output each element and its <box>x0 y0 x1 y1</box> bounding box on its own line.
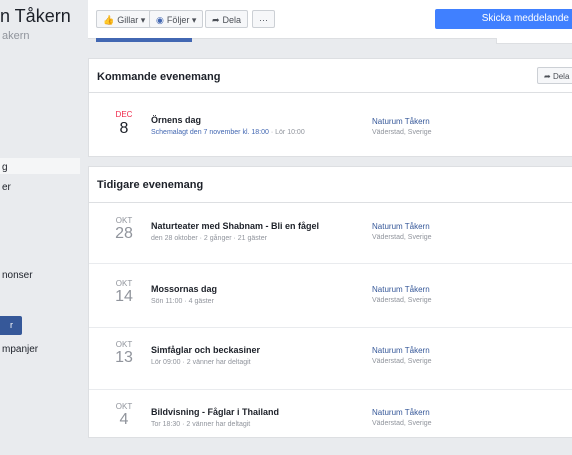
row-divider <box>89 263 572 264</box>
event-month: DEC <box>115 110 133 119</box>
event-title[interactable]: Mossornas dag <box>151 284 217 294</box>
event-time: · Lör 10:00 <box>268 129 305 136</box>
event-row[interactable]: OKT 4 Bildvisning - Fåglar i Thailand To… <box>89 399 572 455</box>
event-meta: Tor 18:30 · 2 vänner har deltagit <box>151 421 251 428</box>
event-host-link[interactable]: Naturum Tåkern <box>372 117 430 126</box>
event-title[interactable]: Naturteater med Shabnam - Bli en fågel <box>151 221 319 231</box>
event-row[interactable]: DEC 8 Örnens dag Schemalagt den 7 novemb… <box>89 105 572 161</box>
sidebar-item-ads[interactable]: nonser <box>2 270 33 281</box>
event-meta: Lör 09:00 · 2 vänner har deltagit <box>151 359 251 366</box>
rss-icon: ◉ <box>156 15 164 25</box>
sidebar-item-events[interactable]: g <box>2 162 8 173</box>
past-events-card: Tidigare evenemang OKT 28 Naturteater me… <box>88 166 572 438</box>
event-title[interactable]: Bildvisning - Fåglar i Thailand <box>151 407 279 417</box>
event-location: Väderstad, Sverige <box>372 358 432 365</box>
event-location: Väderstad, Sverige <box>372 420 432 427</box>
sidebar-active-highlight <box>0 158 80 174</box>
share-events-label: Dela <box>552 72 570 81</box>
event-meta: den 28 oktober · 2 gånger · 21 gäster <box>151 235 267 242</box>
page-action-bar: 👍 Gillar ▾ ◉ Följer ▾ ➦ Dela ··· Skicka med… <box>88 0 572 39</box>
event-title[interactable]: Örnens dag <box>151 115 201 125</box>
like-button[interactable]: 👍 Gillar ▾ <box>96 10 153 28</box>
sidebar-promote-button[interactable]: r <box>0 316 22 335</box>
send-message-button[interactable]: Skicka meddelande <box>435 9 572 29</box>
like-label: Gillar ▾ <box>117 15 146 25</box>
send-message-label: Skicka meddelande <box>481 13 569 24</box>
event-day: 4 <box>119 411 129 428</box>
event-day: 14 <box>115 288 133 305</box>
follow-label: Följer ▾ <box>166 15 197 25</box>
event-month: OKT <box>115 279 133 288</box>
event-schedule-link[interactable]: Schemalagt den 7 november kl. 18:00 <box>151 129 269 136</box>
event-location: Väderstad, Sverige <box>372 297 432 304</box>
event-row[interactable]: OKT 28 Naturteater med Shabnam - Bli en … <box>89 213 572 269</box>
event-row[interactable]: OKT 13 Simfåglar och beckasiner Lör 09:0… <box>89 337 572 393</box>
event-location: Väderstad, Sverige <box>372 129 432 136</box>
row-divider <box>89 389 572 390</box>
event-day: 13 <box>115 349 133 366</box>
event-host-link[interactable]: Naturum Tåkern <box>372 285 430 294</box>
share-page-label: Dela <box>222 15 242 25</box>
search-box-edge <box>496 38 572 44</box>
event-meta: Sön 11:00 · 4 gäster <box>151 298 214 305</box>
share-arrow-icon: ➦ <box>544 72 553 81</box>
share-events-button[interactable]: ➦ Dela <box>537 67 572 84</box>
sidebar-item-campaigns[interactable]: mpanjer <box>2 344 38 355</box>
event-meta: Schemalagt den 7 november kl. 18:00 · Lö… <box>151 129 305 136</box>
event-month: OKT <box>115 340 133 349</box>
upcoming-events-card: Kommande evenemang ➦ Dela DEC 8 Örnens d… <box>88 58 572 157</box>
event-host-link[interactable]: Naturum Tåkern <box>372 222 430 231</box>
past-events-header: Tidigare evenemang <box>89 167 572 203</box>
event-day: 8 <box>119 120 129 137</box>
sidebar-item-1[interactable]: er <box>2 182 11 193</box>
sidebar-promote-label: r <box>10 320 13 330</box>
page-handle: akern <box>2 30 30 42</box>
follow-button[interactable]: ◉ Följer ▾ <box>149 10 204 28</box>
event-title[interactable]: Simfåglar och beckasiner <box>151 345 260 355</box>
event-month: OKT <box>115 216 133 225</box>
event-host-link[interactable]: Naturum Tåkern <box>372 408 430 417</box>
more-options-button[interactable]: ··· <box>252 10 275 28</box>
thumbs-up-icon: 👍 <box>103 15 115 25</box>
event-month: OKT <box>115 402 133 411</box>
upcoming-events-header: Kommande evenemang ➦ Dela <box>89 59 572 93</box>
left-sidebar: n Tåkern akern g er nonser r mpanjer <box>0 0 88 431</box>
event-location: Väderstad, Sverige <box>372 234 432 241</box>
event-day: 28 <box>115 225 133 242</box>
page-title: n Tåkern <box>0 6 71 26</box>
upcoming-events-title: Kommande evenemang <box>97 71 221 83</box>
event-row[interactable]: OKT 14 Mossornas dag Sön 11:00 · 4 gäste… <box>89 276 572 332</box>
past-events-title: Tidigare evenemang <box>97 179 204 191</box>
share-page-button[interactable]: ➦ Dela <box>205 10 249 28</box>
row-divider <box>89 327 572 328</box>
share-arrow-icon: ➦ <box>212 15 220 25</box>
event-host-link[interactable]: Naturum Tåkern <box>372 346 430 355</box>
tab-indicator <box>96 38 192 42</box>
